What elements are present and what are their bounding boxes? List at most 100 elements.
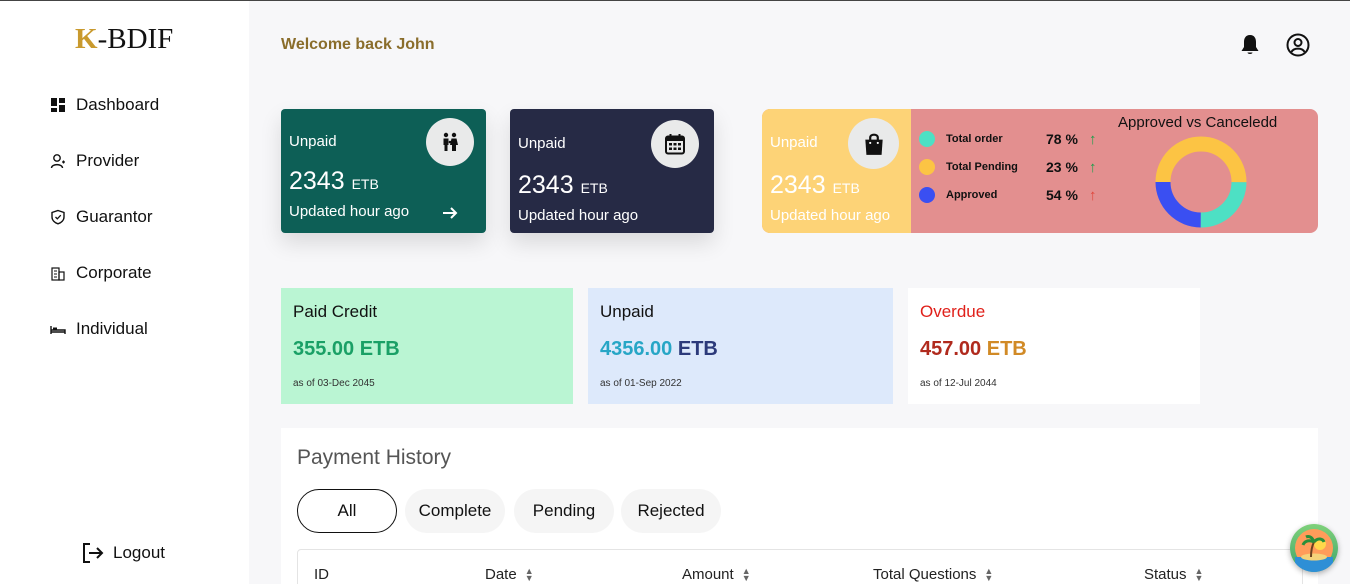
legend-row-total-order: Total order 78 % ↑ [919, 129, 1097, 149]
stat-value: 2343 ETB [770, 171, 860, 200]
column-label: ID [314, 566, 329, 583]
sidebar-item-label: Guarantor [76, 207, 153, 226]
stat-unit: ETB [832, 180, 860, 196]
island-icon[interactable] [1290, 524, 1338, 572]
sort-icon[interactable]: ▲ ▼ [1195, 566, 1204, 582]
arrow-right-icon[interactable] [441, 204, 459, 222]
card-amount: 355.00 ETB [293, 338, 400, 361]
column-id[interactable]: ID [314, 566, 329, 583]
stat-number: 2343 [770, 171, 826, 199]
legend-dot [919, 159, 935, 175]
stat-value: 2343 ETB [289, 167, 379, 196]
sidebar-item-guarantor[interactable]: Guarantor [50, 204, 153, 230]
legend-dot [919, 187, 935, 203]
card-amount: 4356.00 ETB [600, 338, 718, 361]
card-amount-value: 4356.00 [600, 338, 673, 360]
logo-text: -BDIF [97, 23, 174, 55]
payment-history-panel: Payment History All Complete Pending Rej… [281, 428, 1318, 584]
card-amount-unit: ETB [359, 338, 400, 360]
stat-title: Unpaid [518, 135, 566, 152]
shopping-bag-icon [848, 118, 899, 169]
legend-label: Approved [946, 189, 998, 201]
bed-icon [50, 326, 66, 334]
unpaid-card: Unpaid 4356.00 ETB as of 01-Sep 2022 [588, 288, 893, 404]
stat-card-unpaid-2: Unpaid 2343 ETB Updated hour ago [510, 109, 714, 233]
arrow-up-icon: ↑ [1089, 130, 1097, 148]
sidebar: K-BDIF Dashboard Provider Guarantor Corp… [0, 1, 249, 584]
welcome-message: Welcome back John [281, 36, 435, 53]
bell-icon[interactable] [1237, 32, 1263, 58]
logout-icon [83, 543, 104, 563]
order-summary-card: Unpaid 2343 ETB Updated hour ago Total o… [762, 109, 1318, 233]
stat-number: 2343 [518, 171, 574, 199]
card-title: Unpaid [600, 302, 654, 321]
card-date: as of 12-Jul 2044 [920, 378, 997, 389]
column-label: Total Questions [873, 566, 977, 583]
legend-row-approved: Approved 54 % ↑ [919, 185, 1097, 205]
building-icon [51, 267, 65, 281]
column-total-questions[interactable]: Total Questions ▲ ▼ [873, 566, 993, 583]
user-icon [50, 154, 65, 169]
column-amount[interactable]: Amount ▲ ▼ [682, 566, 751, 583]
stat-title: Unpaid [289, 133, 337, 150]
arrow-up-icon: ↑ [1089, 186, 1097, 204]
legend-label: Total order [946, 133, 1003, 145]
donut-chart [1155, 136, 1247, 228]
sidebar-item-dashboard[interactable]: Dashboard [50, 92, 159, 118]
account-icon[interactable] [1285, 32, 1311, 58]
calendar-icon [651, 120, 699, 168]
arrow-up-icon: ↑ [1089, 158, 1097, 176]
sidebar-item-label: Corporate [76, 263, 152, 282]
legend-percent: 23 % [1046, 159, 1078, 175]
tab-complete[interactable]: Complete [405, 489, 505, 533]
card-date: as of 01-Sep 2022 [600, 378, 682, 389]
sort-icon[interactable]: ▲ ▼ [742, 566, 751, 582]
legend-row-total-pending: Total Pending 23 % ↑ [919, 157, 1097, 177]
stat-number: 2343 [289, 167, 345, 195]
sidebar-item-label: Provider [76, 151, 140, 170]
card-title: Paid Credit [293, 302, 378, 321]
sidebar-item-individual[interactable]: Individual [50, 316, 148, 342]
table-header: ID Date ▲ ▼ Amount ▲ ▼ Total Questions ▲ ▼ Sta… [297, 549, 1303, 584]
sort-icon[interactable]: ▲ ▼ [525, 566, 534, 582]
column-status[interactable]: Status ▲ ▼ [1144, 566, 1203, 583]
sidebar-item-label: Individual [76, 319, 148, 338]
column-label: Status [1144, 566, 1187, 583]
stat-updated: Updated hour ago [518, 207, 639, 224]
card-amount-unit: ETB [986, 338, 1027, 360]
family-icon [426, 118, 474, 166]
column-label: Date [485, 566, 517, 583]
paid-credit-card: Paid Credit 355.00 ETB as of 03-Dec 2045 [281, 288, 573, 404]
tab-all[interactable]: All [297, 489, 397, 533]
stat-card-unpaid-3: Unpaid 2343 ETB Updated hour ago [762, 109, 911, 233]
stat-unit: ETB [351, 176, 379, 192]
dashboard-icon [51, 98, 65, 112]
stat-value: 2343 ETB [518, 171, 608, 200]
donut-title: Approved vs Canceledd [1118, 114, 1278, 131]
legend-label: Total Pending [946, 161, 1018, 173]
brand-logo[interactable]: K-BDIF [75, 23, 174, 57]
logo-letter-k: K [75, 23, 98, 55]
column-date[interactable]: Date ▲ ▼ [485, 566, 534, 583]
stat-title: Unpaid [770, 134, 818, 151]
logout-label: Logout [113, 543, 165, 562]
legend-percent: 78 % [1046, 131, 1078, 147]
sort-icon[interactable]: ▲ ▼ [984, 566, 993, 582]
stat-updated: Updated hour ago [289, 203, 410, 220]
tab-pending[interactable]: Pending [514, 489, 614, 533]
card-amount: 457.00 ETB [920, 338, 1027, 361]
payment-history-title: Payment History [297, 446, 452, 469]
stat-updated: Updated hour ago [770, 207, 891, 224]
tab-rejected[interactable]: Rejected [621, 489, 721, 533]
card-amount-value: 457.00 [920, 338, 982, 360]
card-amount-unit: ETB [677, 338, 718, 360]
legend-dot [919, 131, 935, 147]
card-title: Overdue [920, 302, 986, 321]
overdue-card: Overdue 457.00 ETB as of 12-Jul 2044 [908, 288, 1200, 404]
stat-card-unpaid-1: Unpaid 2343 ETB Updated hour ago [281, 109, 486, 233]
sidebar-item-provider[interactable]: Provider [50, 148, 139, 174]
sidebar-item-corporate[interactable]: Corporate [50, 260, 152, 286]
legend-percent: 54 % [1046, 187, 1078, 203]
logout-button[interactable]: Logout [81, 541, 165, 565]
stat-unit: ETB [580, 180, 608, 196]
